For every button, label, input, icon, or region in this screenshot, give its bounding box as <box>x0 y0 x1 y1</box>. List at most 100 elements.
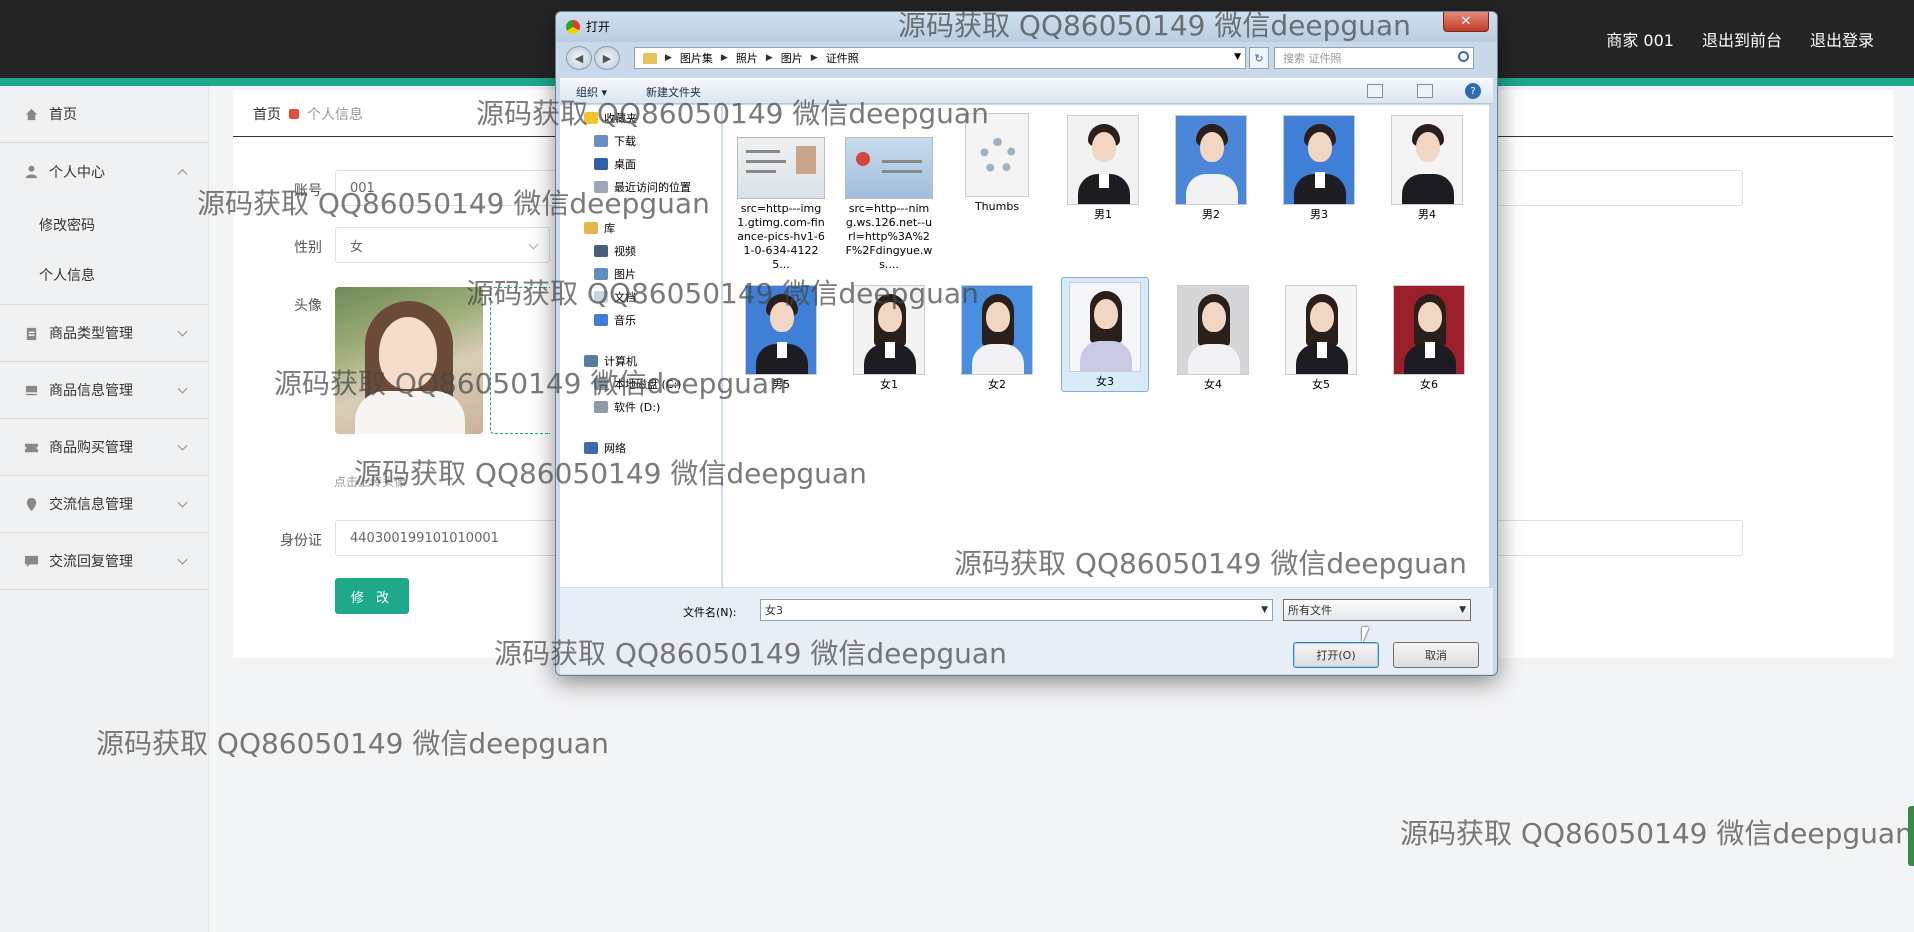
organize-menu[interactable]: 组织 ▾ <box>576 84 607 100</box>
sidebar-item-product-purchase[interactable]: 商品购买管理 <box>0 419 208 476</box>
music-icon <box>594 314 608 326</box>
gender-select-value: 女 <box>350 239 364 255</box>
account-label: 账号 <box>294 183 322 199</box>
sidebar-item-product-type[interactable]: 商品类型管理 <box>0 305 208 362</box>
nav-network[interactable]: 网络 <box>584 440 626 456</box>
nav-documents[interactable]: 文档 <box>594 289 636 305</box>
user-icon <box>25 165 38 179</box>
file-name: 女5 <box>1312 378 1330 391</box>
picture-icon <box>594 268 608 280</box>
nav-libraries[interactable]: 库 <box>584 220 615 236</box>
file-item[interactable]: 男3 <box>1275 111 1363 222</box>
computer-icon <box>584 355 598 367</box>
drive-icon <box>594 378 608 390</box>
file-item[interactable]: src=http---nimg.ws.126.net--url=http%3A%… <box>845 111 933 272</box>
cancel-button[interactable]: 取消 <box>1393 642 1479 668</box>
sidebar-item-personal-center[interactable]: 个人中心 <box>0 143 208 200</box>
file-name: 男1 <box>1094 208 1112 221</box>
refresh-button[interactable]: ↻ <box>1249 47 1269 69</box>
filename-input[interactable]: 女3 ▼ <box>760 599 1273 621</box>
search-placeholder: 搜索 证件照 <box>1283 52 1342 65</box>
nav-videos[interactable]: 视频 <box>594 243 636 259</box>
filename-value: 女3 <box>765 604 783 617</box>
forward-button[interactable]: ▶ <box>594 46 620 70</box>
file-item[interactable]: 女6 <box>1385 281 1473 392</box>
recent-places-icon <box>594 181 608 193</box>
avatar-label: 头像 <box>294 298 322 314</box>
mouse-cursor-icon <box>1362 627 1369 643</box>
dropdown-arrow-icon[interactable]: ▼ <box>1261 605 1268 615</box>
dialog-toolbar: 组织 ▾ 新建文件夹 ? <box>560 78 1493 104</box>
nav-downloads[interactable]: 下载 <box>594 133 636 149</box>
file-name: 女1 <box>880 378 898 391</box>
nav-desktop[interactable]: 桌面 <box>594 156 636 172</box>
new-folder-button[interactable]: 新建文件夹 <box>646 84 701 100</box>
thumbs-file-icon <box>965 113 1029 197</box>
nav-recent[interactable]: 最近访问的位置 <box>594 179 691 195</box>
dropdown-arrow-icon: ▼ <box>1459 605 1466 615</box>
breadcrumb-home[interactable]: 首页 <box>253 104 281 124</box>
path-segment[interactable]: 照片 <box>736 50 758 66</box>
nav-drive-c[interactable]: 本地磁盘 (C:) <box>594 376 681 392</box>
sidebar-item-personal-info[interactable]: 个人信息 <box>0 250 208 300</box>
file-item[interactable]: 女4 <box>1169 281 1257 392</box>
file-item[interactable]: 男2 <box>1167 111 1255 222</box>
preview-pane-icon[interactable] <box>1417 84 1433 98</box>
file-item[interactable]: 女2 <box>953 281 1041 392</box>
nav-computer[interactable]: 计算机 <box>584 353 637 369</box>
avatar-upload-box[interactable] <box>490 287 550 434</box>
side-scroll-tab[interactable] <box>1908 806 1914 866</box>
nav-label: 文档 <box>614 291 636 304</box>
chevron-down-icon <box>177 326 188 337</box>
file-item[interactable]: src=http---img1.gtimg.com-finance-pics-h… <box>737 111 825 272</box>
path-segment[interactable]: 证件照 <box>826 50 859 66</box>
file-name: 男3 <box>1310 208 1328 221</box>
file-item[interactable]: 男1 <box>1059 111 1147 222</box>
upload-hint: 点击上传头像 <box>334 475 407 489</box>
open-button[interactable]: 打开(O) <box>1293 642 1379 668</box>
file-name: 女4 <box>1204 378 1222 391</box>
file-item[interactable]: 女5 <box>1277 281 1365 392</box>
view-options-icon[interactable] <box>1367 84 1383 98</box>
breadcrumb-arrow-icon: ▶ <box>720 53 728 63</box>
sidebar-item-product-info[interactable]: 商品信息管理 <box>0 362 208 419</box>
photo-thumbnail <box>1393 285 1465 375</box>
nav-drive-d[interactable]: 软件 (D:) <box>594 399 660 415</box>
path-segment[interactable]: 图片 <box>781 50 803 66</box>
file-item[interactable]: 男4 <box>1383 111 1471 222</box>
sidebar-item-home[interactable]: 首页 <box>0 86 208 143</box>
desktop-icon <box>594 158 608 170</box>
modify-button[interactable]: 修 改 <box>335 578 409 614</box>
sidebar-item-exchange-reply[interactable]: 交流回复管理 <box>0 533 208 590</box>
file-item-selected[interactable]: 女3 <box>1061 277 1149 392</box>
id-card-label: 身份证 <box>280 533 322 549</box>
path-segment[interactable]: 图片集 <box>680 50 713 66</box>
chat-icon <box>24 555 39 567</box>
chevron-down-icon <box>528 239 539 250</box>
address-bar[interactable]: ▶ 图片集 ▶ 照片 ▶ 图片 ▶ 证件照 ▼ <box>634 47 1246 69</box>
gender-select[interactable]: 女 <box>335 227 550 263</box>
file-item[interactable]: 男5 <box>737 281 825 392</box>
help-icon[interactable]: ? <box>1465 83 1481 99</box>
file-item[interactable]: 女1 <box>845 281 933 392</box>
network-icon <box>584 442 598 454</box>
nav-favorites[interactable]: 收藏夹 <box>584 110 637 126</box>
sidebar-item-change-password[interactable]: 修改密码 <box>0 200 208 250</box>
logout-link[interactable]: 退出登录 <box>1810 27 1874 51</box>
ticket-icon <box>24 443 39 452</box>
back-button[interactable]: ◀ <box>566 46 592 70</box>
photo-thumbnail <box>1175 115 1247 205</box>
filetype-select[interactable]: 所有文件 ▼ <box>1283 599 1471 621</box>
dialog-close-button[interactable]: ✕ <box>1443 12 1489 32</box>
breadcrumb-separator-icon <box>289 109 299 119</box>
video-icon <box>594 245 608 257</box>
nav-pictures[interactable]: 图片 <box>594 266 636 282</box>
nav-label: 库 <box>604 222 615 235</box>
search-input[interactable]: 搜索 证件照 <box>1274 47 1474 69</box>
file-item[interactable]: Thumbs <box>953 111 1041 214</box>
dropdown-arrow-icon[interactable]: ▼ <box>1234 52 1241 62</box>
chevron-up-icon <box>177 168 188 179</box>
sidebar-item-exchange-info[interactable]: 交流信息管理 <box>0 476 208 533</box>
exit-to-front-link[interactable]: 退出到前台 <box>1702 27 1782 51</box>
nav-music[interactable]: 音乐 <box>594 312 636 328</box>
